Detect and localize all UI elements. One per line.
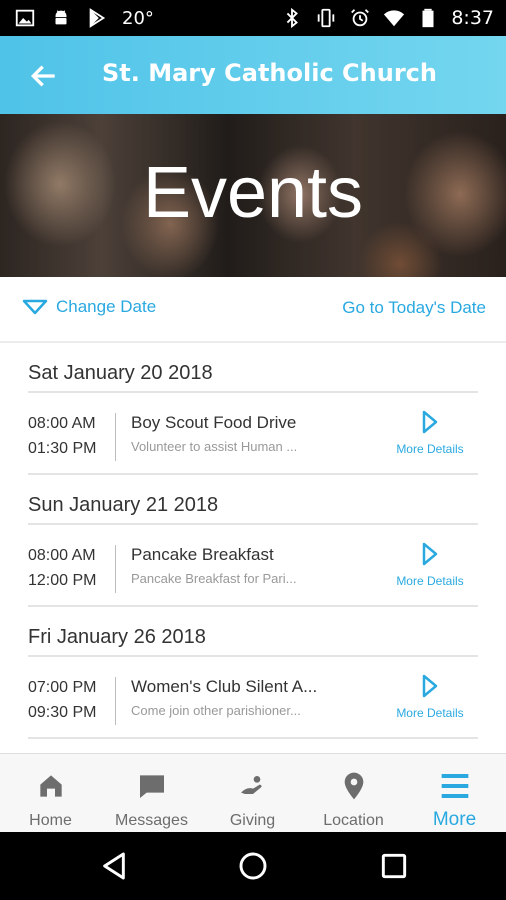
- nav-home[interactable]: Home: [0, 754, 101, 833]
- triangle-down-icon: [22, 299, 48, 315]
- app-bar: St. Mary Catholic Church: [0, 36, 506, 114]
- event-item[interactable]: 07:00 PM 09:30 PM Women's Club Silent A.…: [28, 657, 478, 739]
- event-start: 07:00 PM: [28, 679, 97, 696]
- back-arrow-icon[interactable]: [28, 60, 60, 92]
- event-end: 01:30 PM: [28, 440, 97, 457]
- android-icon: [55, 10, 67, 25]
- vibrate-icon: [318, 8, 335, 28]
- hero-banner: Events: [0, 114, 506, 277]
- clock: 8:37: [451, 7, 494, 29]
- more-details-label: More Details: [396, 574, 464, 588]
- event-end: 12:00 PM: [28, 572, 97, 589]
- nav-location[interactable]: Location: [303, 754, 404, 833]
- divider: [115, 413, 116, 461]
- menu-icon: [441, 774, 468, 798]
- battery-icon: [422, 8, 434, 28]
- event-start: 08:00 AM: [28, 547, 96, 564]
- nav-more[interactable]: More: [404, 754, 505, 833]
- temperature: 20°: [122, 7, 154, 29]
- image-icon: [15, 9, 35, 27]
- nav-home-label: Home: [29, 812, 72, 829]
- system-nav-bar: [0, 832, 506, 900]
- event-description: Pancake Breakfast for Pari...: [131, 571, 297, 586]
- event-item[interactable]: 08:00 AM 01:30 PM Boy Scout Food Drive V…: [28, 393, 478, 475]
- page-title: Events: [142, 153, 364, 233]
- nav-giving-label: Giving: [229, 812, 276, 829]
- day-header: Sun January 21 2018: [28, 475, 478, 525]
- event-start: 08:00 AM: [28, 415, 96, 432]
- bottom-nav: Home Messages Giving Location More: [0, 753, 506, 833]
- play-arrow-icon: [422, 410, 438, 434]
- more-details-label: More Details: [396, 442, 464, 456]
- event-list[interactable]: Sat January 20 2018 08:00 AM 01:30 PM Bo…: [0, 343, 506, 753]
- divider: [115, 677, 116, 725]
- event-title: Pancake Breakfast: [131, 545, 274, 564]
- date-controls: Change Date Go to Today's Date: [0, 277, 506, 344]
- location-pin-icon: [344, 772, 363, 800]
- change-date-button[interactable]: Change Date: [22, 297, 156, 317]
- event-end: 09:30 PM: [28, 704, 97, 721]
- bluetooth-icon: [287, 7, 299, 29]
- event-times: 08:00 AM 12:00 PM: [28, 543, 96, 593]
- change-date-label: Change Date: [56, 297, 157, 316]
- status-bar: 20° 8:37: [0, 0, 506, 36]
- nav-giving[interactable]: Giving: [202, 754, 303, 833]
- wifi-icon: [384, 10, 405, 27]
- more-details-button[interactable]: More Details: [394, 673, 466, 720]
- giving-icon: [240, 776, 262, 794]
- today-date-link[interactable]: Go to Today's Date: [342, 298, 486, 318]
- more-details-label: More Details: [396, 706, 464, 720]
- recents-square-icon[interactable]: [378, 850, 410, 882]
- play-arrow-icon: [422, 674, 438, 698]
- back-triangle-icon[interactable]: [98, 850, 130, 882]
- message-icon: [139, 775, 164, 798]
- event-times: 07:00 PM 09:30 PM: [28, 675, 96, 725]
- more-details-button[interactable]: More Details: [394, 541, 466, 588]
- play-store-icon: [89, 8, 106, 28]
- nav-location-label: Location: [323, 812, 384, 829]
- nav-messages[interactable]: Messages: [101, 754, 202, 833]
- home-icon: [39, 775, 62, 797]
- event-description: Volunteer to assist Human ...: [131, 439, 298, 454]
- app-title: St. Mary Catholic Church: [102, 59, 437, 87]
- home-circle-icon[interactable]: [237, 850, 269, 882]
- play-arrow-icon: [422, 542, 438, 566]
- alarm-icon: [351, 9, 370, 27]
- event-description: Come join other parishioner...: [131, 703, 301, 718]
- day-header: Fri January 26 2018: [28, 607, 478, 657]
- event-times: 08:00 AM 01:30 PM: [28, 411, 96, 461]
- nav-messages-label: Messages: [115, 812, 188, 829]
- event-item[interactable]: 08:00 AM 12:00 PM Pancake Breakfast Panc…: [28, 525, 478, 607]
- divider: [115, 545, 116, 593]
- more-details-button[interactable]: More Details: [394, 409, 466, 456]
- event-title: Boy Scout Food Drive: [131, 413, 297, 432]
- event-title: Women's Club Silent A...: [131, 677, 318, 696]
- day-header: Sat January 20 2018: [28, 343, 478, 393]
- nav-more-label: More: [432, 809, 477, 830]
